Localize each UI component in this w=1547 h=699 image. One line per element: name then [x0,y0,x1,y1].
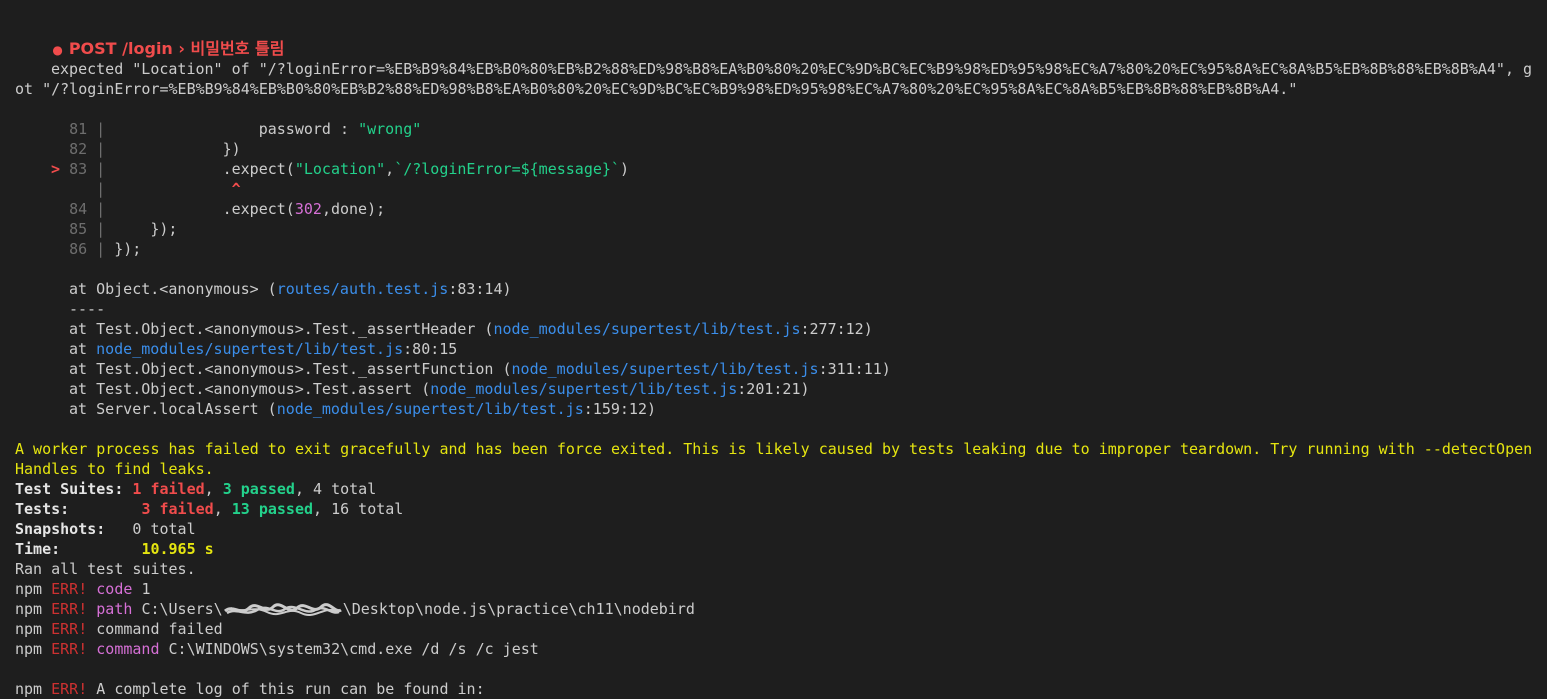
stack-frame: at Test.Object.<anonymous>.Test._assertH… [69,319,873,339]
passed-count: 13 passed [231,500,314,518]
code-frame-line: 86 | }); [69,240,142,258]
line-number: 81 [69,120,88,138]
total-count: , 4 total [294,480,377,498]
worker-warning-line-1: A worker process has failed to exit grac… [15,440,1533,458]
stack-frame: at Test.Object.<anonymous>.Test._assertF… [69,359,891,379]
stack-frame-text: at Server.localAssert ( [69,400,277,418]
stack-frame-text: at Test.Object.<anonymous>.Test._assertH… [69,320,494,338]
summary-tests: Tests: 3 failed, 13 passed, 16 total [15,500,404,518]
npm-error-key: command [96,640,160,658]
code-string: "Location" [294,160,386,178]
code-string: "wrong" [358,120,422,138]
code-text: .expect( [114,160,295,178]
code-text: , [385,160,395,178]
line-number: 84 [69,200,88,218]
npm-error-value: C:\Users\ [141,600,223,618]
code-frame-line: 84 | .expect(302,done); [69,200,386,218]
fail-bullet-icon: ● [52,43,63,57]
summary-label: Time: [15,540,61,558]
failed-test-title: ● POST /login › 비밀번호 틀림 [32,19,284,58]
npm-error-line: npm ERR! A complete log of this run can … [15,680,485,698]
error-line-marker-icon: > [51,160,61,178]
code-frame-line: 81 | password : "wrong" [69,120,422,138]
line-number: 82 [69,140,88,158]
redacted-username-scribble [223,602,342,616]
stack-frame-position: :83:14) [448,280,512,298]
passed-count: 3 passed [222,480,295,498]
code-number: 302 [294,200,322,218]
stack-frame-position: :277:12) [800,320,873,338]
err-tag: ERR! [51,640,88,658]
stack-frame-position: :311:11) [818,360,891,378]
code-text: }); [114,240,142,258]
npm-error-key: path [96,600,133,618]
stack-frame-text: at [69,340,97,358]
line-number: 86 [69,240,88,258]
assertion-message-line-1: expected "Location" of "/?loginError=%EB… [51,60,1533,78]
summary-time: Time: 10.965 s [15,539,214,559]
err-tag: ERR! [51,600,88,618]
summary-snapshots: Snapshots: 0 total [15,519,196,539]
stack-frame-position: :80:15 [403,340,458,358]
code-frame-line: 82 | }) [69,140,241,158]
error-caret-icon: ^ [231,180,241,198]
line-number: 83 [69,160,88,178]
code-text: ,done); [321,200,386,218]
stack-frame: at Server.localAssert (node_modules/supe… [69,399,656,419]
npm-error-line: npm ERR! command C:\WINDOWS\system32\cmd… [15,640,539,658]
stack-frame-position: :159:12) [583,400,657,418]
code-text: .expect( [114,200,295,218]
stack-frame-text: at Test.Object.<anonymous>.Test._assertF… [69,360,512,378]
code-text: }) [114,140,241,158]
err-tag: ERR! [51,580,88,598]
code-string: `/?loginError=${message}` [394,160,620,178]
npm-error-line: npm ERR! path C:\Users\ \Desktop\node.js\… [15,600,695,618]
npm-error-value: 1 [141,580,151,598]
stack-frame-file-link[interactable]: node_modules/supertest/lib/test.js [96,340,403,358]
err-tag: ERR! [51,620,88,638]
stack-frame-text: at Object.<anonymous> ( [69,280,277,298]
stack-frame-file-link[interactable]: node_modules/supertest/lib/test.js [493,320,800,338]
failed-count: 1 failed [132,480,205,498]
snapshots-value: 0 total [132,520,196,538]
summary-label: Tests: [15,500,70,518]
code-text: }); [114,220,178,238]
stack-separator: ---- [69,300,106,318]
assertion-message-line-2: ot "/?loginError=%EB%B9%84%EB%B0%80%EB%B… [15,80,1298,98]
code-frame-caret-line: | ^ [51,180,241,198]
code-frame-line-highlighted: > 83 | .expect("Location",`/?loginError=… [51,160,629,178]
npm-error-key: code [96,580,133,598]
code-frame-line: 85 | }); [69,220,178,238]
npm-error-text: A complete log of this run can be found … [96,680,485,698]
stack-frame: at Test.Object.<anonymous>.Test.assert (… [69,379,810,399]
stack-frame-position: :201:21) [737,380,810,398]
stack-frame-text: at Test.Object.<anonymous>.Test.assert ( [69,380,431,398]
err-tag: ERR! [51,680,88,698]
stack-frame: at Object.<anonymous> (routes/auth.test.… [69,279,512,299]
code-text: password : [114,120,359,138]
summary-label: Snapshots: [15,520,106,538]
stack-frame-file-link[interactable]: node_modules/supertest/lib/test.js [512,360,819,378]
stack-frame: at node_modules/supertest/lib/test.js:80… [69,339,457,359]
npm-error-value: C:\WINDOWS\system32\cmd.exe /d /s /c jes… [168,640,539,658]
total-count: , 16 total [313,500,404,518]
line-number: 85 [69,220,88,238]
time-value: 10.965 s [141,540,214,558]
worker-warning-line-2: Handles to find leaks. [15,460,214,478]
npm-error-value: \Desktop\node.js\practice\ch11\nodebird [342,600,695,618]
npm-error-text: command failed [96,620,223,638]
npm-error-line: npm ERR! command failed [15,620,223,638]
terminal-output: ● POST /login › 비밀번호 틀림 expected "Locatio… [0,0,1547,699]
summary-label: Test Suites: [15,480,124,498]
stack-frame-file-link[interactable]: node_modules/supertest/lib/test.js [430,380,737,398]
stack-frame-file-link[interactable]: routes/auth.test.js [277,280,449,298]
failed-test-name: POST /login › 비밀번호 틀림 [68,39,285,58]
code-text: ) [619,160,629,178]
failed-count: 3 failed [141,500,214,518]
ran-all-suites: Ran all test suites. [15,560,196,578]
stack-frame-file-link[interactable]: node_modules/supertest/lib/test.js [277,400,584,418]
npm-error-line: npm ERR! code 1 [15,580,151,598]
summary-test-suites: Test Suites: 1 failed, 3 passed, 4 total [15,480,377,498]
